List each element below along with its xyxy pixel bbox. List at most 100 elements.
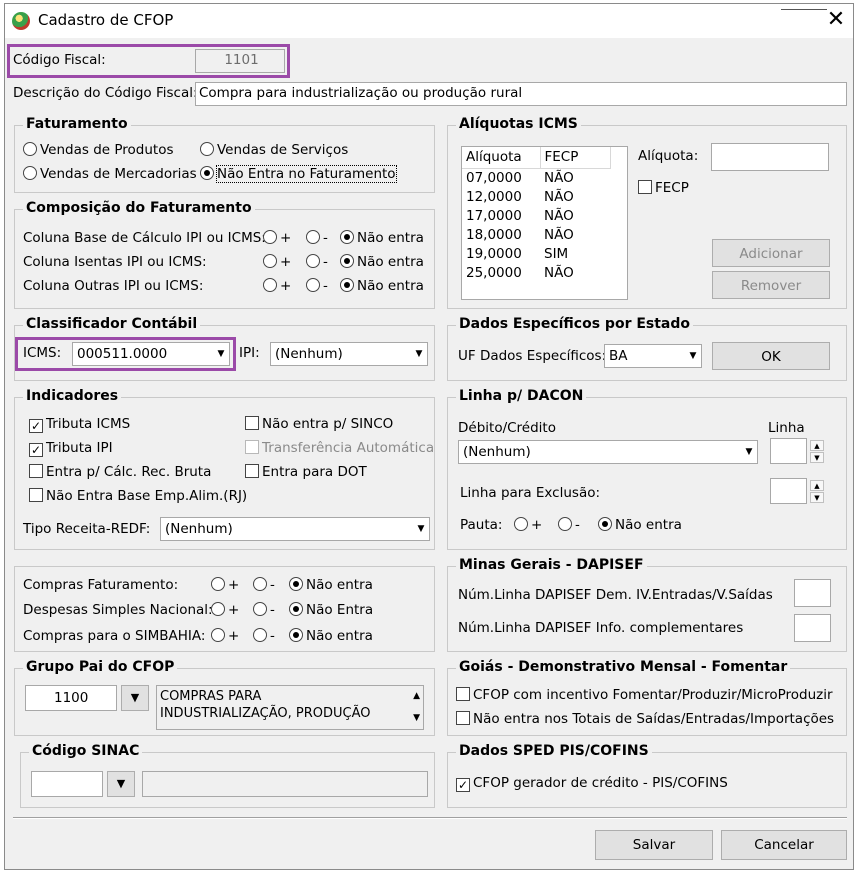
chevron-down-icon[interactable]: ▼ (107, 771, 135, 797)
pauta-minus[interactable]: - (558, 517, 580, 533)
descricao-input[interactable]: Compra para industrialização ou produção… (195, 82, 847, 106)
column-header-aliquota[interactable]: Alíquota (462, 147, 541, 169)
radio-label: + (531, 517, 543, 533)
simbahia-minus[interactable]: - (253, 628, 275, 644)
pauta-plus[interactable]: + (514, 517, 542, 533)
tipo-receita-select[interactable]: (Nenhum) ▼ (160, 517, 430, 541)
cfop-dialog: Cadastro de CFOP ✕ Código Fiscal: 1101 D… (4, 3, 854, 870)
debito-select[interactable]: (Nenhum) ▼ (458, 440, 758, 464)
radio-selected-icon (289, 602, 303, 616)
composicao-row-label: Coluna Base de Cálculo IPI ou ICMS: (23, 230, 266, 246)
dados-estado-title: Dados Específicos por Estado (456, 316, 694, 332)
list-item[interactable]: 25,0000 NÃO (462, 264, 610, 283)
chevron-down-icon[interactable]: ▼ (121, 685, 149, 711)
spin-up-icon[interactable]: ▲ (810, 440, 824, 451)
chevron-down-icon: ▼ (217, 349, 225, 359)
chevron-down-icon: ▼ (417, 524, 425, 534)
minas-linha2-label: Núm.Linha DAPISEF Info. complementares (458, 620, 744, 636)
aliquotas-list[interactable]: Alíquota FECP 07,0000 NÃO 12,0000 NÃO 17,0… (461, 146, 628, 300)
uf-select[interactable]: BA ▼ (604, 344, 702, 368)
list-item[interactable]: 18,0000 NÃO (462, 226, 610, 245)
grupo-pai-title: Grupo Pai do CFOP (23, 659, 178, 675)
compras-fat-minus[interactable]: - (253, 577, 275, 593)
title-bar: Cadastro de CFOP ✕ (5, 4, 853, 38)
sped-credito-checkbox[interactable]: ✓ CFOP gerador de crédito - PIS/COFINS (456, 775, 728, 792)
aliquota-input[interactable] (711, 143, 829, 171)
simbahia-plus[interactable]: + (211, 628, 239, 644)
despesas-plus[interactable]: + (211, 602, 239, 618)
simbahia-none[interactable]: Não entra (289, 628, 373, 644)
exclusao-input[interactable] (770, 478, 807, 504)
composicao-isentas-plus[interactable]: + (263, 254, 291, 270)
checkbox-icon (245, 464, 259, 478)
radio-nao-entra-faturamento[interactable]: Não Entra no Faturamento (200, 165, 397, 183)
scroll-up-icon[interactable]: ▲ (413, 688, 420, 705)
ok-button[interactable]: OK (712, 342, 830, 370)
linha-input[interactable] (770, 438, 807, 464)
radio-icon (253, 602, 267, 616)
check-icon: ✓ (456, 778, 470, 792)
radio-label: Vendas de Produtos (40, 142, 174, 158)
goias-totais-checkbox[interactable]: Não entra nos Totais de Saídas/Entradas/… (456, 711, 834, 727)
tributa-ipi-checkbox[interactable]: ✓ Tributa IPI (29, 440, 113, 457)
list-item[interactable]: 07,0000 NÃO (462, 168, 610, 188)
ipi-select[interactable]: (Nenhum) ▼ (270, 342, 428, 366)
grupo-pai-code[interactable]: 1100 (25, 685, 117, 711)
spin-up-icon[interactable]: ▲ (810, 480, 824, 491)
tributa-icms-checkbox[interactable]: ✓ Tributa ICMS (29, 416, 130, 433)
despesas-none[interactable]: Não Entra (289, 602, 373, 618)
list-item[interactable]: 19,0000 SIM (462, 245, 610, 264)
scroll-down-icon[interactable]: ▼ (413, 710, 420, 727)
compras-fat-plus[interactable]: + (211, 577, 239, 593)
grupo-pai-desc: COMPRAS PARA INDUSTRIALIZAÇÃO, PRODUÇÃO … (156, 685, 424, 730)
salvar-button[interactable]: Salvar (595, 830, 713, 860)
list-item[interactable]: 12,0000 NÃO (462, 188, 610, 207)
composicao-isentas-minus[interactable]: - (306, 254, 328, 270)
minas-linha1-input[interactable] (794, 579, 831, 607)
sinac-code-input[interactable] (31, 771, 103, 797)
faturamento-group: Faturamento Vendas de Produtos Vendas de… (14, 116, 435, 193)
compras-fat-none[interactable]: Não entra (289, 577, 373, 593)
list-item[interactable]: 17,0000 NÃO (462, 207, 610, 226)
radio-vendas-produtos[interactable]: Vendas de Produtos (23, 142, 174, 158)
checkbox-icon (638, 180, 652, 194)
goias-incentivo-checkbox[interactable]: CFOP com incentivo Fomentar/Produzir/Mic… (456, 687, 833, 703)
close-icon[interactable]: ✕ (821, 8, 851, 34)
pauta-none[interactable]: Não entra (598, 517, 682, 533)
minas-linha2-input[interactable] (794, 614, 831, 642)
composicao-base-none[interactable]: Não entra (340, 230, 424, 246)
radio-vendas-servicos[interactable]: Vendas de Serviços (200, 142, 348, 158)
icms-select[interactable]: 000511.0000 ▼ (72, 342, 230, 366)
composicao-outras-plus[interactable]: + (263, 278, 291, 294)
fecp-checkbox[interactable]: FECP (638, 180, 689, 196)
spin-down-icon[interactable]: ▼ (810, 452, 824, 463)
radio-vendas-mercadorias[interactable]: Vendas de Mercadorias (23, 166, 197, 182)
cancelar-button[interactable]: Cancelar (721, 830, 847, 860)
composicao-isentas-none[interactable]: Não entra (340, 254, 424, 270)
icms-label: ICMS: (23, 345, 62, 361)
radio-label: + (228, 628, 240, 644)
sped-title: Dados SPED PIS/COFINS (456, 743, 652, 759)
transferencia-checkbox[interactable]: Transferência Automática (245, 440, 434, 456)
radio-label: - (323, 254, 328, 270)
adicionar-button[interactable]: Adicionar (712, 239, 830, 267)
composicao-outras-minus[interactable]: - (306, 278, 328, 294)
cell-aliquota: 07,0000 (466, 169, 522, 186)
composicao-outras-none[interactable]: Não entra (340, 278, 424, 294)
nao-entra-sinco-checkbox[interactable]: Não entra p/ SINCO (245, 416, 393, 432)
dados-estado-group: Dados Específicos por Estado UF Dados Es… (447, 316, 847, 381)
compras-row-label: Compras Faturamento: (23, 577, 179, 593)
entra-dot-checkbox[interactable]: Entra para DOT (245, 464, 367, 480)
radio-label: Vendas de Serviços (217, 142, 349, 158)
entra-calc-checkbox[interactable]: Entra p/ Cálc. Rec. Bruta (29, 464, 211, 480)
column-header-fecp[interactable]: FECP (540, 147, 611, 169)
remover-button[interactable]: Remover (712, 271, 830, 299)
minas-group: Minas Gerais - DAPISEF Núm.Linha DAPISEF… (447, 557, 847, 652)
radio-icon (514, 517, 528, 531)
composicao-base-plus[interactable]: + (263, 230, 291, 246)
radio-label: Vendas de Mercadorias (40, 166, 197, 182)
despesas-minus[interactable]: - (253, 602, 275, 618)
composicao-base-minus[interactable]: - (306, 230, 328, 246)
nao-entra-base-checkbox[interactable]: Não Entra Base Emp.Alim.(RJ) (29, 488, 247, 504)
spin-down-icon[interactable]: ▼ (810, 492, 824, 503)
